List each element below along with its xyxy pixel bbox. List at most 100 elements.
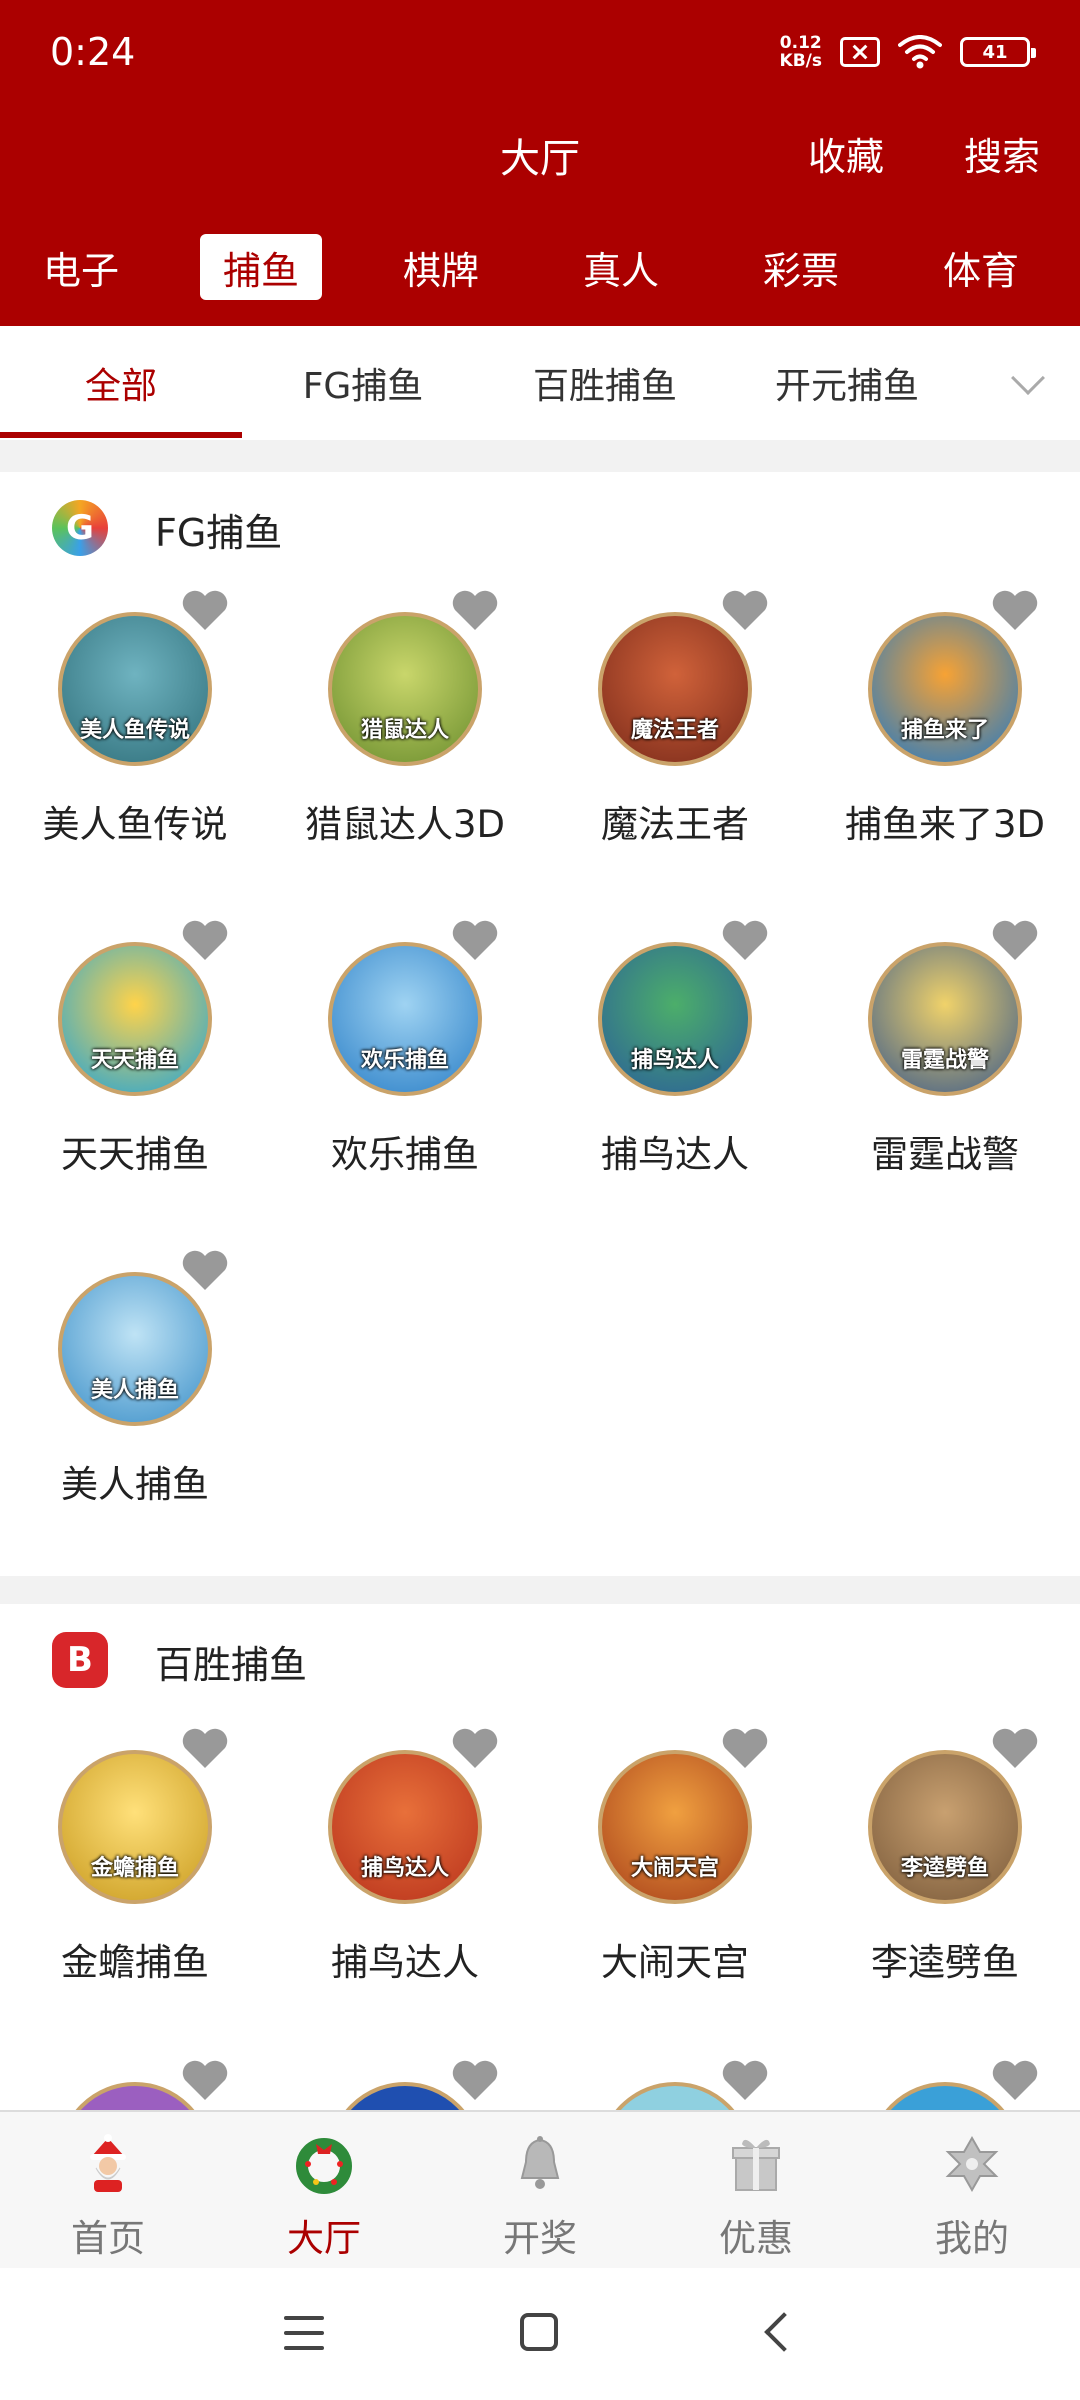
section-fg: G FG捕鱼 美人鱼传说 美人鱼传说 猎鼠达人 猎鼠达人3D 魔法王者 魔法王者…	[0, 472, 1080, 1576]
heart-icon[interactable]	[450, 1726, 500, 1770]
battery-icon: 41	[960, 37, 1036, 67]
subtab-fg[interactable]: FG捕鱼	[242, 326, 484, 440]
net-speed-unit: KB/s	[779, 51, 822, 71]
heart-icon[interactable]	[990, 918, 1040, 962]
heart-icon[interactable]	[720, 2058, 770, 2102]
nav-lottery-results[interactable]: 开奖	[432, 2112, 648, 2270]
nav-profile[interactable]: 我的	[864, 2112, 1080, 2270]
bottom-nav: 首页 大厅 开奖 优惠 我的	[0, 2110, 1080, 2268]
title-row: 大厅 收藏 搜索	[0, 112, 1080, 192]
page-title: 大厅	[500, 136, 580, 182]
menu-icon[interactable]	[284, 2316, 324, 2350]
status-time: 0:24	[50, 30, 136, 74]
app-header: 0:24 0.12 KB/s 41 大厅 收藏 搜索 电子 捕鱼 棋牌 真人 彩…	[0, 0, 1080, 326]
subtab-baisheng[interactable]: 百胜捕鱼	[484, 326, 726, 440]
game-tile[interactable]: 捕鸟达人 捕鸟达人	[270, 1720, 540, 2020]
no-sim-icon	[840, 37, 880, 67]
gift-icon	[726, 2134, 786, 2194]
status-bar: 0:24 0.12 KB/s 41	[0, 0, 1080, 110]
heart-icon[interactable]	[720, 1726, 770, 1770]
heart-icon[interactable]	[180, 588, 230, 632]
game-tile[interactable]: 美人鱼传说 美人鱼传说	[0, 582, 270, 882]
back-arrow-icon[interactable]	[764, 2312, 804, 2352]
heart-icon[interactable]	[990, 2058, 1040, 2102]
snowflake-icon	[942, 2134, 1002, 2194]
heart-icon[interactable]	[450, 918, 500, 962]
game-icon[interactable]: 天天捕鱼	[58, 942, 212, 1096]
section-title: FG捕鱼	[155, 511, 283, 555]
provider-subtabs: 全部 FG捕鱼 百胜捕鱼 开元捕鱼	[0, 326, 1080, 440]
game-icon[interactable]: 雷霆战警	[868, 942, 1022, 1096]
game-tile[interactable]: 天天捕鱼 天天捕鱼	[0, 912, 270, 1212]
nav-label: 开奖	[503, 2217, 577, 2260]
nav-lobby[interactable]: 大厅	[216, 2112, 432, 2270]
heart-icon[interactable]	[180, 1726, 230, 1770]
game-tile[interactable]	[810, 2052, 1080, 2110]
game-icon[interactable]: 大闹天宫	[598, 1750, 752, 1904]
category-tab-fishing[interactable]: 捕鱼	[200, 234, 322, 300]
game-tile[interactable]: 美人捕鱼 美人捕鱼	[0, 1242, 270, 1542]
heart-icon[interactable]	[180, 1248, 230, 1292]
nav-label: 首页	[71, 2217, 145, 2260]
game-tile[interactable]: 捕鱼来了 捕鱼来了3D	[810, 582, 1080, 882]
divider	[0, 1576, 1080, 1604]
game-tile[interactable]: 欢乐捕鱼 欢乐捕鱼	[270, 912, 540, 1212]
game-icon[interactable]: 捕鸟达人	[328, 1750, 482, 1904]
category-tab-lottery[interactable]: 彩票	[740, 234, 862, 300]
subtab-all[interactable]: 全部	[0, 326, 242, 440]
wifi-icon	[898, 35, 942, 69]
nav-home[interactable]: 首页	[0, 2112, 216, 2270]
section-baisheng: B 百胜捕鱼 金蟾捕鱼 金蟾捕鱼 捕鸟达人 捕鸟达人 大闹天宫 大闹天宫 李逵劈…	[0, 1604, 1080, 2110]
game-icon[interactable]: 魔法王者	[598, 612, 752, 766]
heart-icon[interactable]	[990, 1726, 1040, 1770]
home-square-icon[interactable]	[520, 2313, 558, 2351]
subtab-active-indicator	[0, 432, 242, 438]
heart-icon[interactable]	[990, 588, 1040, 632]
category-tab-electronic[interactable]: 电子	[20, 234, 142, 300]
net-speed: 0.12 KB/s	[780, 34, 822, 70]
heart-icon[interactable]	[720, 588, 770, 632]
status-icons: 0.12 KB/s 41	[780, 34, 1036, 70]
game-tile[interactable]: 魔法王者 魔法王者	[540, 582, 810, 882]
fg-logo-icon: G	[52, 500, 108, 556]
nav-promotions[interactable]: 优惠	[648, 2112, 864, 2270]
game-icon[interactable]: 美人捕鱼	[58, 1272, 212, 1426]
nav-label: 我的	[935, 2217, 1009, 2260]
heart-icon[interactable]	[450, 2058, 500, 2102]
subtab-kaiyuan[interactable]: 开元捕鱼	[726, 326, 968, 440]
game-icon[interactable]: 李逵劈鱼	[868, 1750, 1022, 1904]
game-tile[interactable]: 李逵劈鱼 李逵劈鱼	[810, 1720, 1080, 2020]
heart-icon[interactable]	[450, 588, 500, 632]
game-icon[interactable]: 猎鼠达人	[328, 612, 482, 766]
section-header: G FG捕鱼	[0, 472, 1080, 582]
game-icon[interactable]: 美人鱼传说	[58, 612, 212, 766]
game-name: 天天捕鱼	[61, 1133, 209, 1176]
category-tab-live[interactable]: 真人	[560, 234, 682, 300]
game-tile[interactable]: 金蟾捕鱼 金蟾捕鱼	[0, 1720, 270, 2020]
game-name: 金蟾捕鱼	[61, 1941, 209, 1984]
game-tile[interactable]: 捕鸟达人 捕鸟达人	[540, 912, 810, 1212]
section-title: 百胜捕鱼	[155, 1643, 308, 1687]
heart-icon[interactable]	[180, 918, 230, 962]
game-tile[interactable]	[540, 2052, 810, 2110]
heart-icon[interactable]	[180, 2058, 230, 2102]
game-name: 美人捕鱼	[61, 1463, 209, 1506]
game-icon[interactable]: 金蟾捕鱼	[58, 1750, 212, 1904]
heart-icon[interactable]	[720, 918, 770, 962]
net-speed-value: 0.12	[779, 33, 822, 53]
category-tab-chess[interactable]: 棋牌	[380, 234, 502, 300]
wreath-icon	[294, 2134, 354, 2194]
game-tile[interactable]	[0, 2052, 270, 2110]
game-name: 大闹天宫	[601, 1941, 749, 1984]
battery-level: 41	[982, 41, 1008, 63]
search-link[interactable]: 搜索	[964, 126, 1040, 181]
category-tab-sports[interactable]: 体育	[920, 234, 1042, 300]
game-tile[interactable]: 大闹天宫 大闹天宫	[540, 1720, 810, 2020]
game-icon[interactable]: 捕鸟达人	[598, 942, 752, 1096]
game-tile[interactable]	[270, 2052, 540, 2110]
game-icon[interactable]: 捕鱼来了	[868, 612, 1022, 766]
game-icon[interactable]: 欢乐捕鱼	[328, 942, 482, 1096]
game-tile[interactable]: 猎鼠达人 猎鼠达人3D	[270, 582, 540, 882]
game-tile[interactable]: 雷霆战警 雷霆战警	[810, 912, 1080, 1212]
favorites-link[interactable]: 收藏	[808, 126, 884, 181]
